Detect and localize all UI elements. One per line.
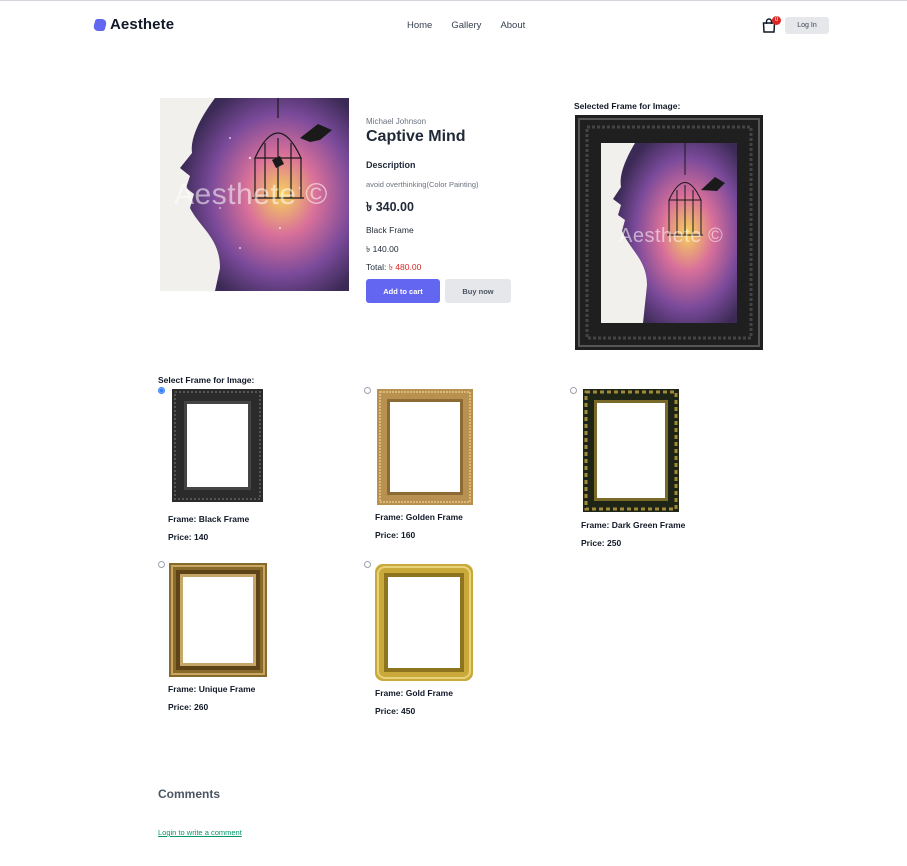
nav-about[interactable]: About bbox=[500, 20, 525, 31]
frame-price-golden: Price: 160 bbox=[375, 530, 416, 540]
top-border bbox=[0, 0, 907, 1]
frame-radio-gold[interactable] bbox=[364, 561, 371, 568]
selected-frame-name: Black Frame bbox=[366, 225, 414, 235]
login-to-comment-link[interactable]: Login to write a comment bbox=[158, 828, 242, 837]
unique-frame-image[interactable] bbox=[169, 563, 267, 677]
brand-name: Aesthete bbox=[110, 16, 175, 33]
total-value: ৳ 480.00 bbox=[388, 262, 422, 272]
frame-radio-unique[interactable] bbox=[158, 561, 165, 568]
artist-name: Michael Johnson bbox=[366, 117, 427, 126]
frame-radio-black[interactable] bbox=[158, 387, 165, 394]
main-nav: Home Gallery About bbox=[407, 20, 525, 31]
frame-name-dark-green: Frame: Dark Green Frame bbox=[581, 520, 686, 530]
login-button[interactable]: Log In bbox=[785, 17, 829, 34]
frame-name-black: Frame: Black Frame bbox=[168, 514, 250, 524]
gold-frame-image[interactable] bbox=[375, 564, 473, 681]
golden-frame-image[interactable] bbox=[377, 389, 473, 505]
total-price: Total: ৳ 480.00 bbox=[366, 261, 421, 275]
frame-price-unique: Price: 260 bbox=[168, 702, 209, 712]
cart-count-badge: 0 bbox=[772, 16, 781, 25]
nav-home[interactable]: Home bbox=[407, 20, 432, 31]
add-to-cart-button[interactable]: Add to cart bbox=[366, 279, 440, 303]
description-text: avoid overthinking(Color Painting) bbox=[366, 180, 479, 189]
frame-radio-golden[interactable] bbox=[364, 387, 371, 394]
artwork-title: Captive Mind bbox=[366, 128, 466, 145]
select-frame-label: Select Frame for Image: bbox=[158, 375, 255, 385]
frame-radio-dark-green[interactable] bbox=[570, 387, 577, 394]
frame-name-golden: Frame: Golden Frame bbox=[375, 512, 463, 522]
artwork-price: ৳ 340.00 bbox=[366, 200, 414, 214]
artwork-image: Aesthete © bbox=[160, 98, 349, 291]
logo-icon bbox=[92, 18, 108, 31]
brand-logo[interactable]: Aesthete bbox=[92, 16, 175, 33]
description-heading: Description bbox=[366, 160, 416, 170]
selected-frame-price: ৳ 140.00 bbox=[366, 244, 399, 254]
frame-price-dark-green: Price: 250 bbox=[581, 538, 622, 548]
total-label: Total: bbox=[366, 262, 387, 272]
selected-frame-label: Selected Frame for Image: bbox=[574, 101, 681, 111]
frame-name-gold: Frame: Gold Frame bbox=[375, 688, 453, 698]
nav-gallery[interactable]: Gallery bbox=[451, 20, 481, 31]
frame-name-unique: Frame: Unique Frame bbox=[168, 684, 256, 694]
black-frame-image[interactable] bbox=[172, 389, 263, 502]
framed-artwork-preview: Aesthete © bbox=[575, 115, 763, 350]
comments-heading: Comments bbox=[158, 787, 221, 801]
frame-price-gold: Price: 450 bbox=[375, 706, 416, 716]
watermark-text: Aesthete © bbox=[174, 178, 328, 211]
preview-watermark-text: Aesthete © bbox=[619, 225, 724, 247]
dark-green-frame-image[interactable] bbox=[583, 389, 679, 512]
frame-price-black: Price: 140 bbox=[168, 532, 209, 542]
buy-now-button[interactable]: Buy now bbox=[445, 279, 511, 303]
